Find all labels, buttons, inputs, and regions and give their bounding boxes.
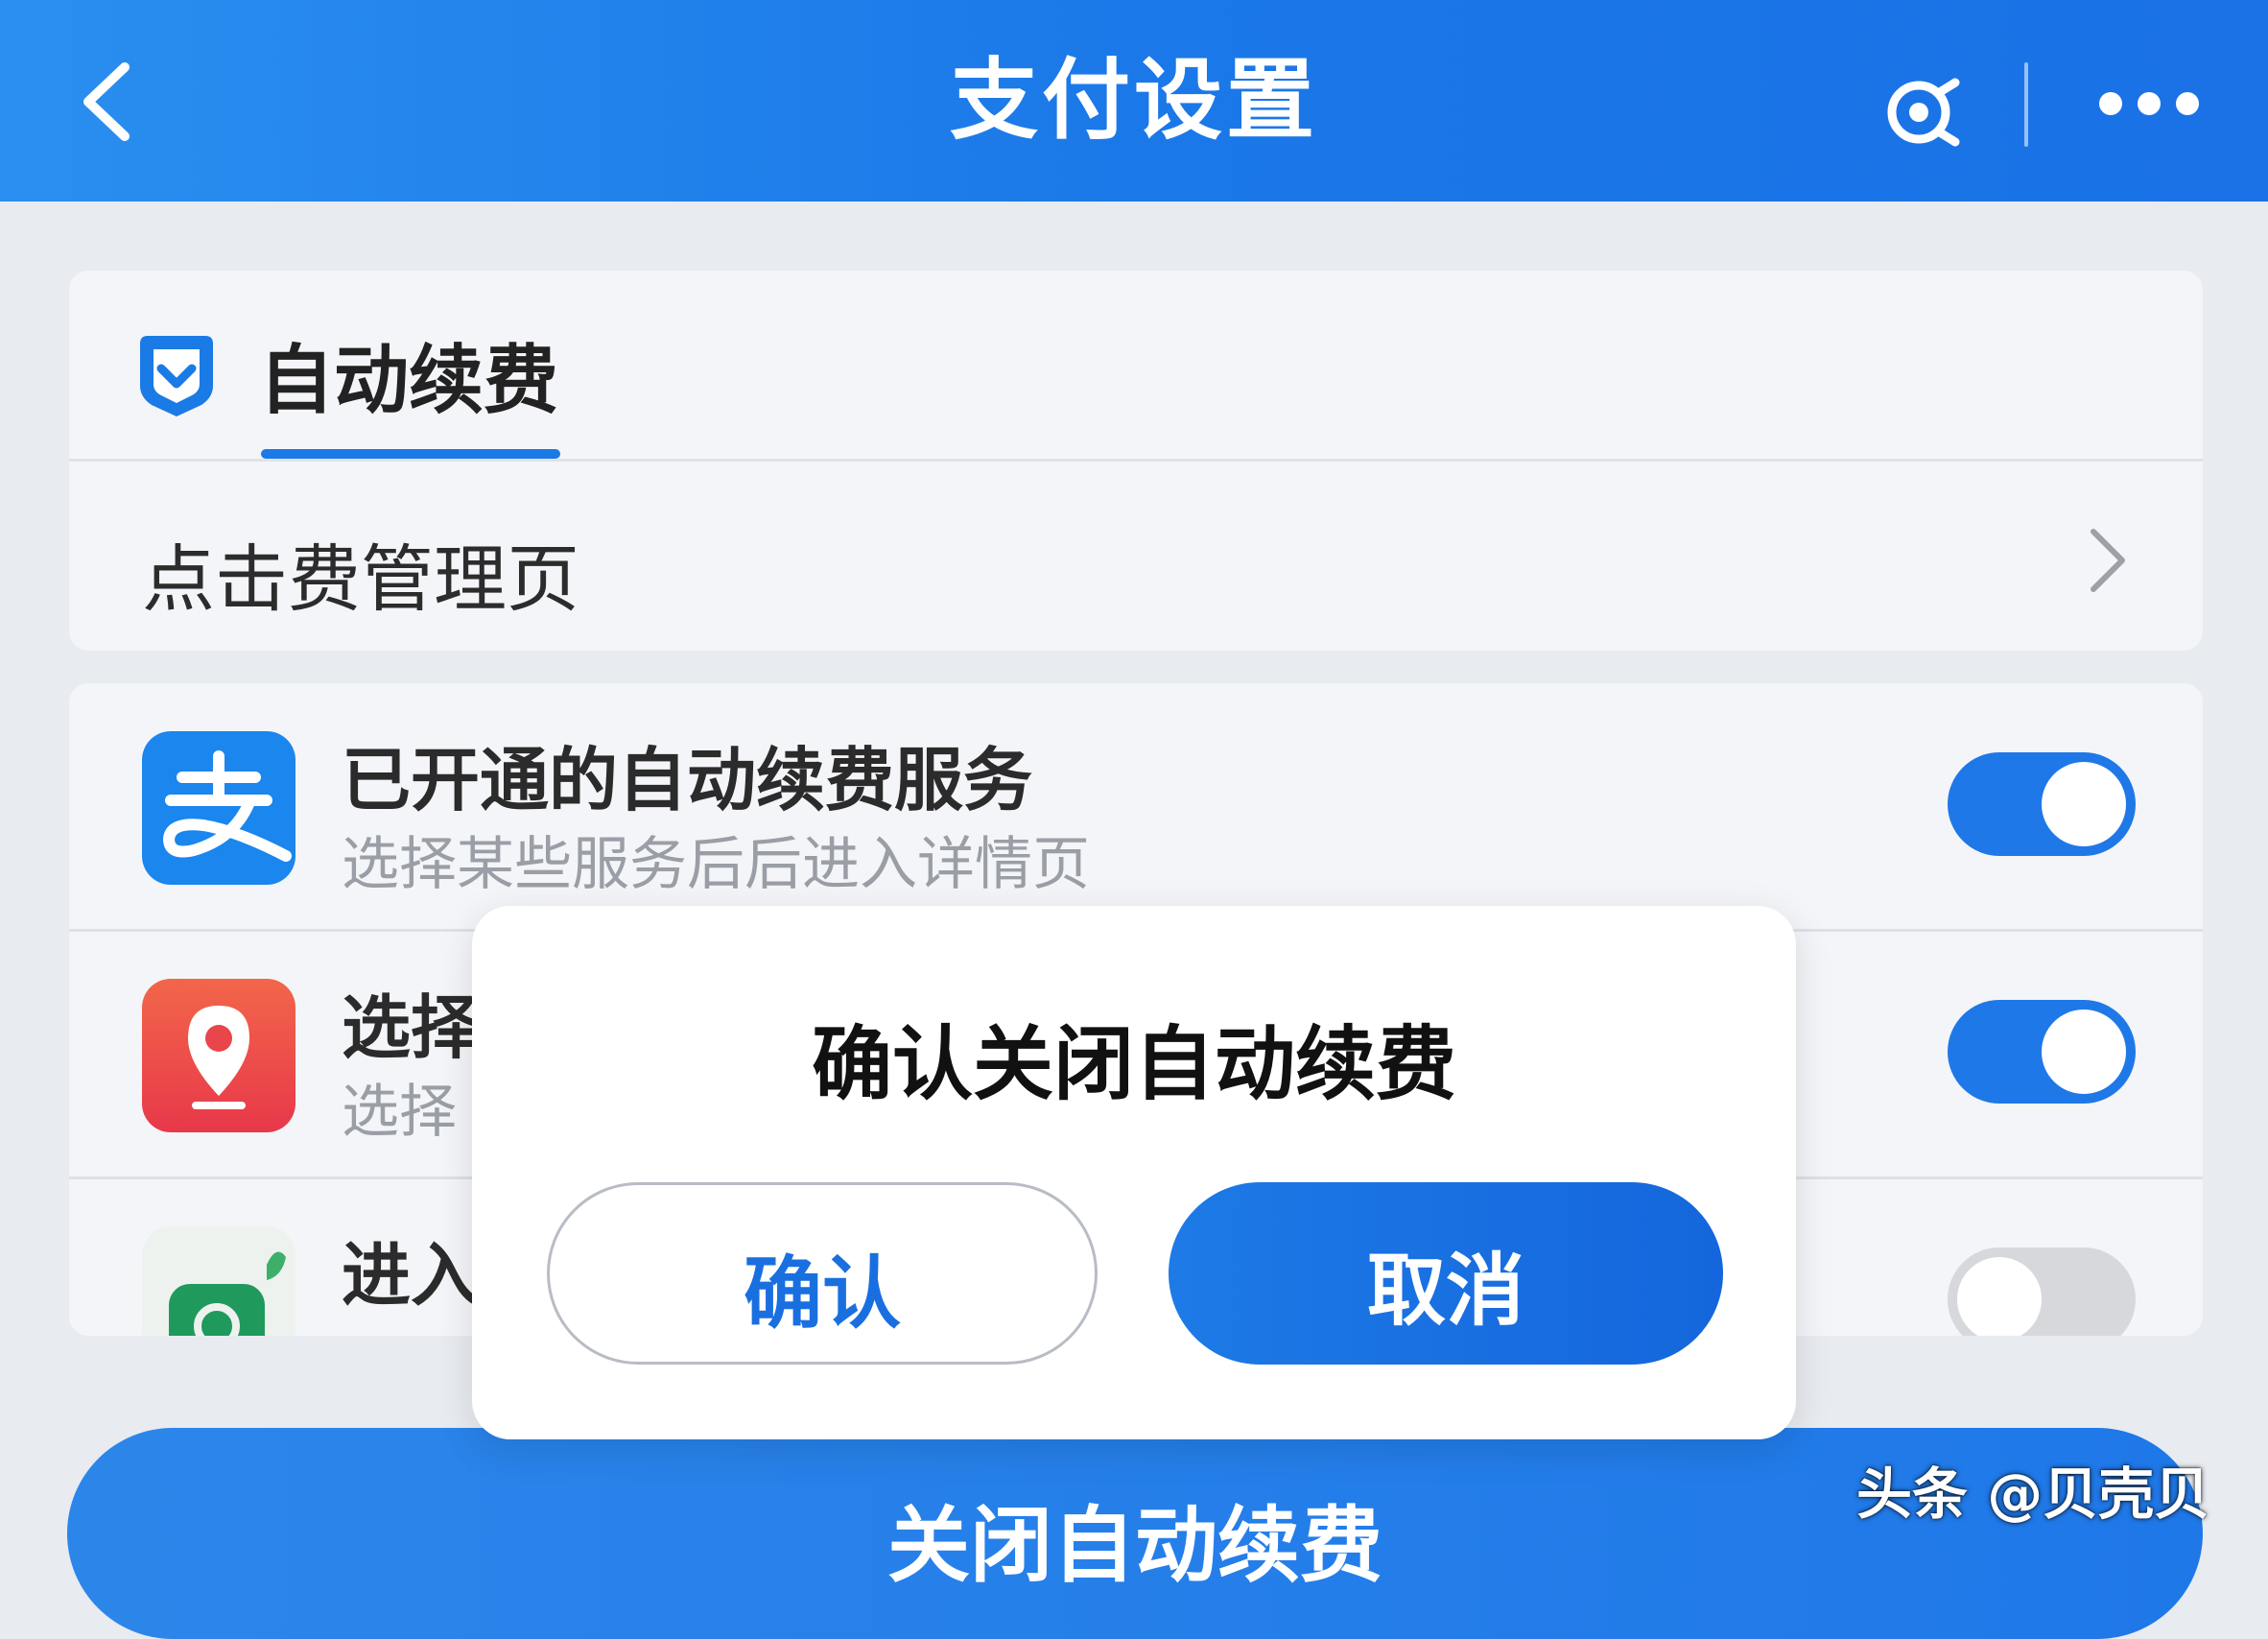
scan-button[interactable] <box>1880 69 1967 155</box>
confirm-button-label: 确认 <box>743 1248 901 1340</box>
toggle-knob <box>2042 762 2126 846</box>
shield-check-icon <box>140 336 213 416</box>
service-toggle[interactable] <box>1948 1247 2136 1336</box>
manage-page-row[interactable]: 点击费管理页 <box>69 463 2203 651</box>
location-pin-icon <box>142 979 295 1132</box>
tab-label: 自动续费 <box>259 338 559 424</box>
service-toggle[interactable] <box>1948 1000 2136 1104</box>
cancel-button[interactable]: 取消 <box>1169 1182 1723 1365</box>
phone-icon <box>142 1226 295 1336</box>
toolbar-divider <box>2024 62 2028 147</box>
service-subtitle: 选择 <box>342 1079 457 1146</box>
service-row[interactable]: 已开通的自动续费服务 选择某些服务后后进入详情页 <box>69 683 2203 932</box>
more-dots-icon <box>2099 92 2199 115</box>
service-title: 选择 <box>342 987 481 1068</box>
service-subtitle: 选择某些服务后后进入详情页 <box>342 831 1090 898</box>
toggle-knob <box>1957 1257 2042 1336</box>
confirm-button[interactable]: 确认 <box>547 1182 1098 1365</box>
chevron-right-icon <box>2091 529 2125 592</box>
confirm-dialog: 确认关闭自动续费 确认 取消 <box>472 906 1796 1439</box>
more-button[interactable] <box>2091 77 2207 131</box>
dialog-title: 确认关闭自动续费 <box>811 1017 1456 1111</box>
service-title: 进入 <box>342 1235 481 1316</box>
watermark: 头条 @贝壳贝 <box>1856 1461 2210 1527</box>
service-toggle[interactable] <box>1948 752 2136 856</box>
alipay-icon <box>142 731 295 885</box>
top-bar: 支付设置 <box>0 0 2268 202</box>
service-title: 已开通的自动续费服务 <box>342 740 1033 820</box>
scan-icon <box>1887 78 1960 147</box>
cancel-button-label: 取消 <box>1366 1246 1524 1337</box>
toggle-knob <box>2042 1010 2126 1094</box>
tab-auto-renew[interactable]: 自动续费 <box>69 271 2203 462</box>
tab-active-indicator <box>261 449 560 459</box>
auto-renew-card: 自动续费 点击费管理页 <box>69 271 2203 651</box>
manage-page-label: 点击费管理页 <box>142 536 579 622</box>
